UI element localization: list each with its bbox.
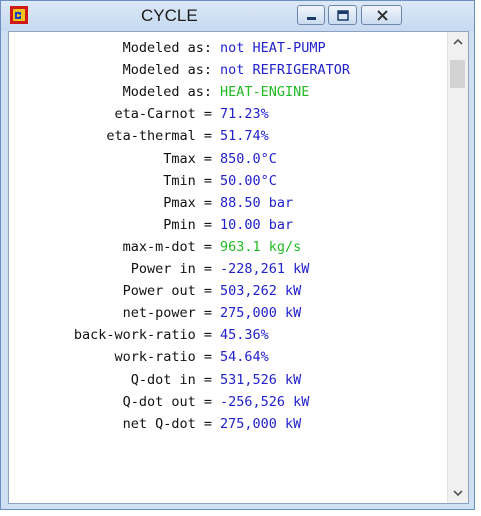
output-line: Q-dot out = -256,526 kW <box>9 391 449 413</box>
output-line-label: Power in = <box>130 261 212 277</box>
scrollbar-thumb[interactable] <box>450 60 465 88</box>
output-line-label: net Q-dot = <box>122 415 212 432</box>
output-line-value: 51.74% <box>220 128 269 145</box>
output-line-label: Tmax = <box>163 150 212 167</box>
output-line: Pmin = 10.00 bar <box>9 214 449 236</box>
maximize-icon <box>337 10 349 21</box>
output-line: eta-thermal = 51.74% <box>9 125 449 147</box>
output-line-value: not REFRIGERATOR <box>220 62 351 79</box>
output-line-label: eta-Carnot = <box>114 106 212 123</box>
output-line-label: Modeled as: <box>122 40 212 56</box>
output-line: eta-Carnot = 71.23% <box>9 103 449 125</box>
cycle-window: CYCLE Modeled as: not HEAT-PUMP Modeled as… <box>0 0 475 510</box>
chevron-down-icon[interactable] <box>448 483 468 503</box>
output-line-label: Power out = <box>122 283 212 300</box>
output-line: Power out = 503,262 kW <box>9 280 449 302</box>
output-line-value: 531,526 kW <box>220 371 302 388</box>
chevron-up-icon[interactable] <box>448 32 468 52</box>
window-title: CYCLE <box>141 6 198 25</box>
output-line: Modeled as: not HEAT-PUMP <box>9 37 449 59</box>
output-line-value: 54.64% <box>220 349 269 366</box>
output-line: Modeled as: HEAT-ENGINE <box>9 81 449 103</box>
output-line: Modeled as: not REFRIGERATOR <box>9 59 449 81</box>
output-line-value: 275,000 kW <box>220 305 302 322</box>
output-line-label: Pmin = <box>163 216 212 233</box>
output-line-label: Q-dot in = <box>130 371 212 388</box>
output-line: work-ratio = 54.64% <box>9 346 449 368</box>
output-line-label: net-power = <box>122 305 212 322</box>
output-line: Q-dot in = 531,526 kW <box>9 369 449 391</box>
output-line-value: 50.00°C <box>220 172 277 189</box>
output-line-value: -228,261 kW <box>220 261 310 277</box>
output-line: Tmin = 50.00°C <box>9 170 449 192</box>
output-line-label: work-ratio = <box>114 349 212 366</box>
output-line-value: 963.1 kg/s <box>220 238 302 255</box>
output-line-value: -256,526 kW <box>220 393 310 410</box>
output-line-label: Q-dot out = <box>122 393 212 410</box>
title-bar[interactable]: CYCLE <box>1 1 474 31</box>
output-line-value: 88.50 bar <box>220 194 294 211</box>
output-line-value: 10.00 bar <box>220 216 294 233</box>
output-pane[interactable]: Modeled as: not HEAT-PUMP Modeled as: not R… <box>8 31 469 504</box>
output-line-value: 71.23% <box>220 106 269 123</box>
output-line-label: Pmax = <box>163 194 212 211</box>
output-line: net-power = 275,000 kW <box>9 302 449 324</box>
output-line-label: Tmin = <box>163 172 212 189</box>
output-line-label: max-m-dot = <box>122 238 212 255</box>
output-line-label: back-work-ratio = <box>73 327 212 344</box>
output-line-value: 503,262 kW <box>220 283 302 300</box>
output-line-value: 45.36% <box>220 327 269 344</box>
output-line-value: 850.0°C <box>220 150 277 167</box>
output-line-label: eta-thermal = <box>106 128 212 145</box>
output-line: back-work-ratio = 45.36% <box>9 324 449 346</box>
output-line: net Q-dot = 275,000 kW <box>9 413 449 435</box>
output-line: Pmax = 88.50 bar <box>9 192 449 214</box>
minimize-icon <box>307 17 316 20</box>
output-line-value: 275,000 kW <box>220 415 302 432</box>
minimize-button[interactable] <box>297 5 325 25</box>
app-cycle-icon[interactable] <box>10 6 28 24</box>
maximize-button[interactable] <box>328 5 357 25</box>
vertical-scrollbar[interactable] <box>447 32 468 503</box>
output-line: Tmax = 850.0°C <box>9 148 449 170</box>
output-line-label: Modeled as: <box>122 84 212 101</box>
output-line-value: HEAT-ENGINE <box>220 84 310 101</box>
close-button[interactable] <box>361 5 402 25</box>
output-line: Power in = -228,261 kW <box>9 258 449 280</box>
output-line: max-m-dot = 963.1 kg/s <box>9 236 449 258</box>
output-line-label: Modeled as: <box>122 62 212 79</box>
output-line-value: not HEAT-PUMP <box>220 40 326 56</box>
close-icon <box>377 10 388 21</box>
